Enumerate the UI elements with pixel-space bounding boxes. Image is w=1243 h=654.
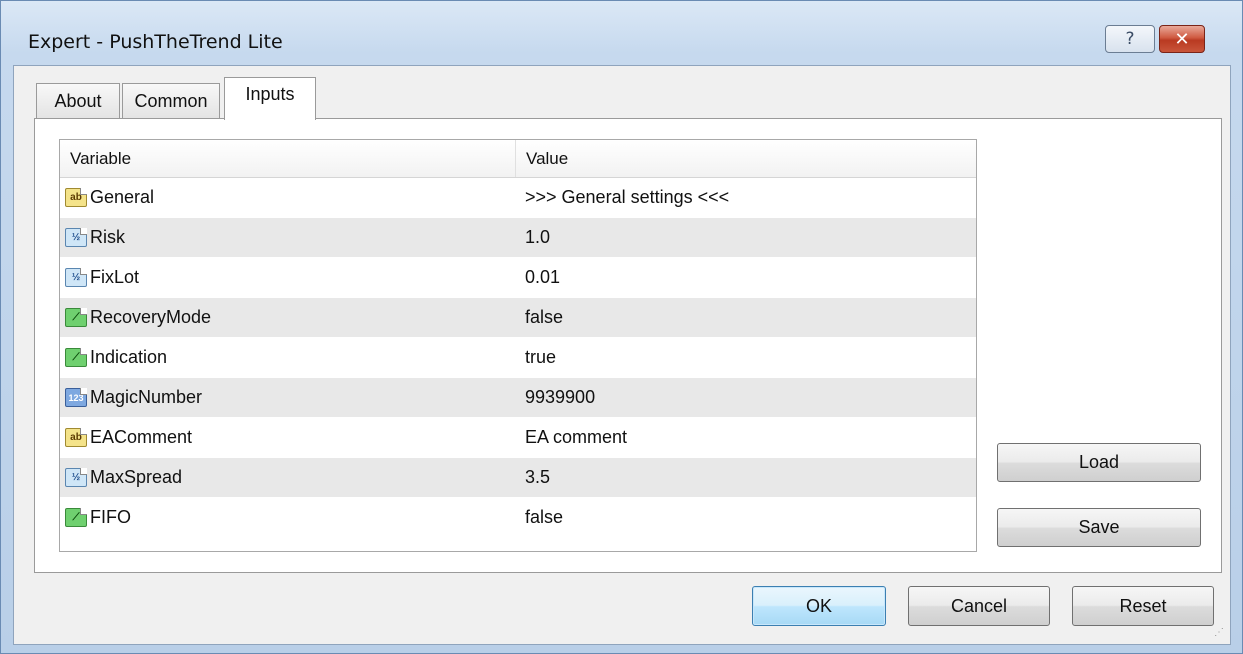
table-row[interactable]: ½ Risk 1.0 <box>60 218 976 258</box>
table-row[interactable]: ⟋ FIFO false <box>60 498 976 538</box>
variable-cell: ½ MaxSpread <box>60 467 516 488</box>
tab-inputs[interactable]: Inputs <box>224 77 316 120</box>
table-row[interactable]: 123 MagicNumber 9939900 <box>60 378 976 418</box>
variable-cell: ab EAComment <box>60 427 516 448</box>
variable-cell: ⟋ FIFO <box>60 507 516 528</box>
value-cell[interactable]: EA comment <box>516 427 627 448</box>
tab-common[interactable]: Common <box>122 83 220 119</box>
string-type-icon: ab <box>65 188 87 207</box>
double-type-icon: ½ <box>65 228 87 247</box>
load-button[interactable]: Load <box>997 443 1201 482</box>
ok-button[interactable]: OK <box>752 586 886 626</box>
inputs-grid: Variable Value ab General >>> General sett… <box>59 139 977 552</box>
save-button[interactable]: Save <box>997 508 1201 547</box>
window-title: Expert - PushTheTrend Lite <box>28 31 283 53</box>
cancel-button[interactable]: Cancel <box>908 586 1050 626</box>
variable-name: General <box>90 187 155 207</box>
variable-name: Risk <box>90 227 125 247</box>
value-cell[interactable]: 3.5 <box>516 467 550 488</box>
grid-header: Variable Value <box>60 140 976 178</box>
value-cell[interactable]: 1.0 <box>516 227 550 248</box>
double-type-icon: ½ <box>65 468 87 487</box>
bool-type-icon: ⟋ <box>65 348 87 367</box>
value-cell[interactable]: 9939900 <box>516 387 595 408</box>
table-row[interactable]: ab EAComment EA comment <box>60 418 976 458</box>
reset-button[interactable]: Reset <box>1072 586 1214 626</box>
value-cell[interactable]: false <box>516 307 563 328</box>
variable-cell: ½ FixLot <box>60 267 516 288</box>
variable-cell: ab General <box>60 187 516 208</box>
table-row[interactable]: ½ FixLot 0.01 <box>60 258 976 298</box>
bool-type-icon: ⟋ <box>65 308 87 327</box>
value-cell[interactable]: true <box>516 347 556 368</box>
variable-cell: ⟋ Indication <box>60 347 516 368</box>
variable-name: MaxSpread <box>90 467 183 487</box>
variable-name: RecoveryMode <box>90 307 212 327</box>
resize-grip-icon[interactable]: ⋰ <box>1214 627 1224 638</box>
value-cell[interactable]: false <box>516 507 563 528</box>
variable-cell: ½ Risk <box>60 227 516 248</box>
variable-cell: 123 MagicNumber <box>60 387 516 408</box>
help-button[interactable]: ? <box>1105 25 1155 53</box>
grid-rows: ab General >>> General settings <<< ½ Risk 1.… <box>60 178 976 538</box>
value-cell[interactable]: 0.01 <box>516 267 560 288</box>
string-type-icon: ab <box>65 428 87 447</box>
dialog-body: About Common Inputs Variable Value ab Gen… <box>13 65 1231 645</box>
value-cell[interactable]: >>> General settings <<< <box>516 187 729 208</box>
variable-name: FixLot <box>90 267 140 287</box>
inputs-panel: Variable Value ab General >>> General sett… <box>34 118 1222 573</box>
double-type-icon: ½ <box>65 268 87 287</box>
variable-name: MagicNumber <box>90 387 203 407</box>
table-row[interactable]: ½ MaxSpread 3.5 <box>60 458 976 498</box>
variable-cell: ⟋ RecoveryMode <box>60 307 516 328</box>
close-button[interactable]: ✕ <box>1159 25 1205 53</box>
variable-name: Indication <box>90 347 168 367</box>
dialog-window: Expert - PushTheTrend Lite ? ✕ About Com… <box>0 0 1243 654</box>
variable-name: EAComment <box>90 427 193 447</box>
tab-about[interactable]: About <box>36 83 120 119</box>
variable-name: FIFO <box>90 507 131 527</box>
table-row[interactable]: ⟋ Indication true <box>60 338 976 378</box>
column-header-value[interactable]: Value <box>516 140 568 177</box>
bool-type-icon: ⟋ <box>65 508 87 527</box>
table-row[interactable]: ⟋ RecoveryMode false <box>60 298 976 338</box>
int-type-icon: 123 <box>65 388 87 407</box>
column-header-variable[interactable]: Variable <box>60 140 516 177</box>
table-row[interactable]: ab General >>> General settings <<< <box>60 178 976 218</box>
